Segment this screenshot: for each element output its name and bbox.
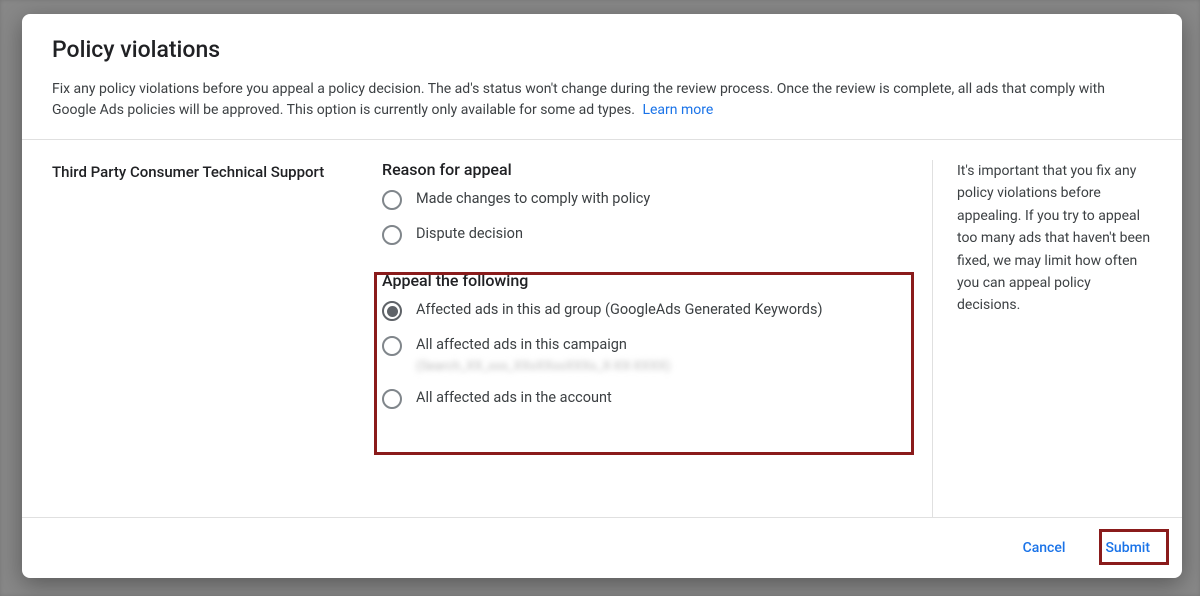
radio-icon[interactable] (382, 190, 402, 210)
subtitle-text: Fix any policy violations before you app… (52, 81, 1105, 118)
policy-name: Third Party Consumer Technical Support (52, 160, 366, 184)
radio-icon[interactable] (382, 389, 402, 409)
dialog-footer: Cancel Submit (22, 517, 1182, 578)
radio-label: Made changes to comply with policy (416, 189, 650, 209)
policy-name-column: Third Party Consumer Technical Support (52, 160, 382, 517)
dialog-header: Policy violations Fix any policy violati… (22, 14, 1182, 140)
appeal-form-column: Reason for appeal Made changes to comply… (382, 160, 922, 517)
learn-more-link[interactable]: Learn more (642, 102, 713, 118)
radio-icon[interactable] (382, 225, 402, 245)
info-text: It's important that you fix any policy v… (957, 160, 1152, 317)
radio-icon[interactable] (382, 301, 402, 321)
reason-option-changes[interactable]: Made changes to comply with policy (382, 189, 922, 210)
dialog-subtitle: Fix any policy violations before you app… (52, 79, 1152, 121)
cancel-button[interactable]: Cancel (1013, 532, 1076, 564)
submit-button[interactable]: Submit (1095, 532, 1160, 564)
info-column: It's important that you fix any policy v… (932, 160, 1152, 517)
reason-title: Reason for appeal (382, 160, 922, 179)
radio-label: All affected ads in the account (416, 388, 612, 408)
radio-label: Dispute decision (416, 224, 523, 244)
radio-label: All affected ads in this campaign (416, 335, 671, 355)
appeal-option-adgroup[interactable]: Affected ads in this ad group (GoogleAds… (382, 300, 922, 321)
reason-option-dispute[interactable]: Dispute decision (382, 224, 922, 245)
appeal-option-account[interactable]: All affected ads in the account (382, 388, 922, 409)
appeal-title: Appeal the following (382, 271, 922, 290)
dialog-body: Third Party Consumer Technical Support R… (22, 140, 1182, 517)
radio-label: Affected ads in this ad group (GoogleAds… (416, 300, 823, 320)
policy-violations-dialog: Policy violations Fix any policy violati… (22, 14, 1182, 578)
radio-sublabel: (Search_XX_xxx_XXxXXxxXXXx_X-XX-XXXX) (416, 359, 671, 374)
dialog-title: Policy violations (52, 36, 1152, 63)
appeal-option-campaign[interactable]: All affected ads in this campaign (Searc… (382, 335, 922, 374)
radio-icon[interactable] (382, 336, 402, 356)
